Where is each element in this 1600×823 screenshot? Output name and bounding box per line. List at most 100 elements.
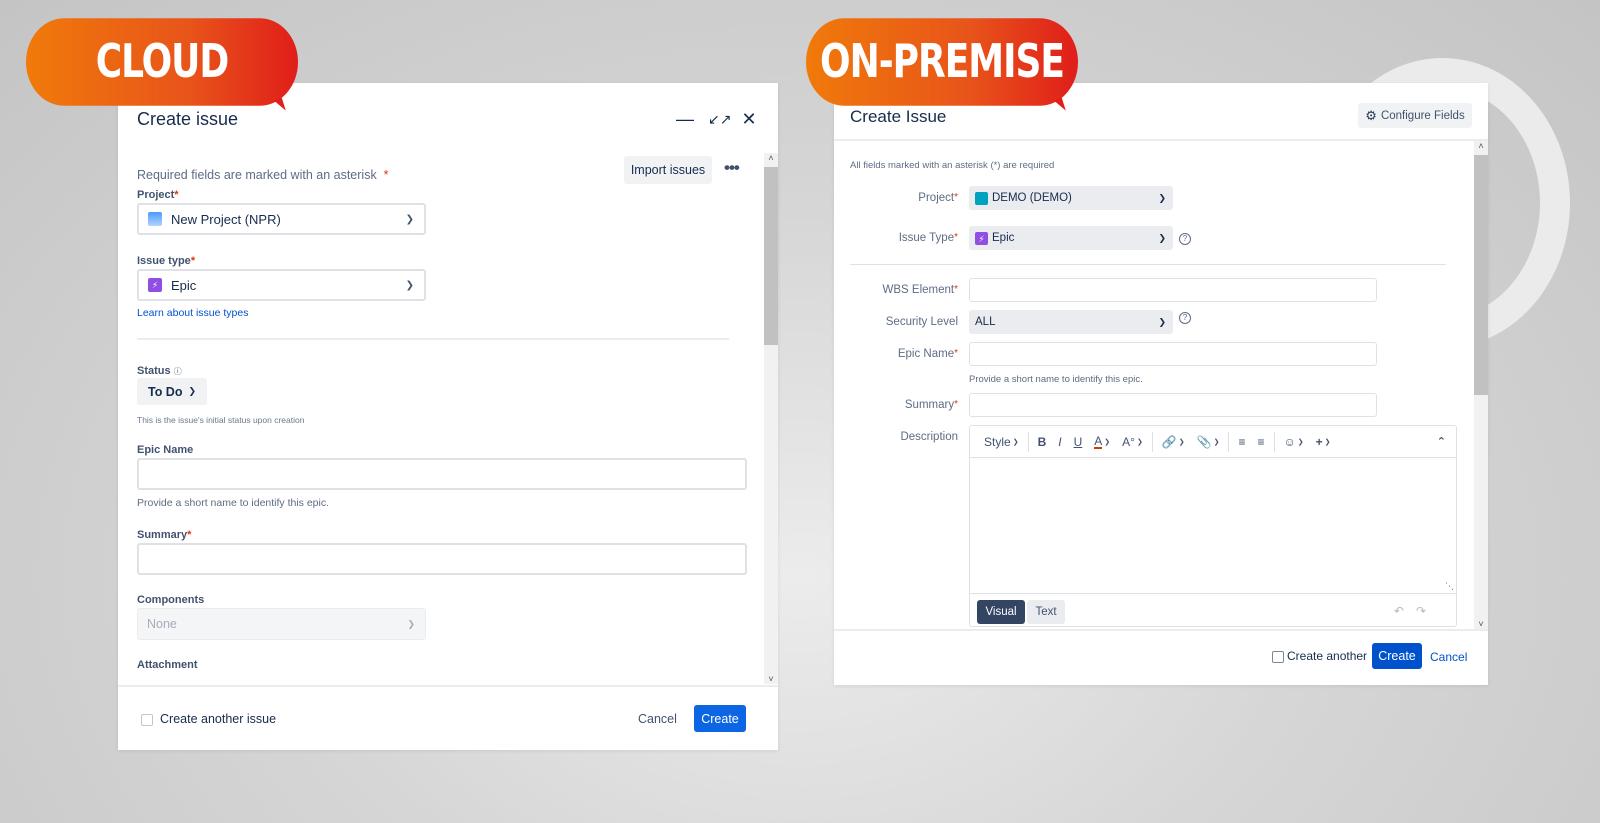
create-another-label[interactable]: Create another [1287, 649, 1367, 663]
link-icon[interactable]: 🔗 ❯ [1156, 435, 1191, 449]
create-another-checkbox[interactable] [1272, 651, 1284, 663]
components-select: None ❯ [137, 608, 426, 640]
create-another-checkbox[interactable] [141, 714, 153, 726]
create-another-label[interactable]: Create another issue [160, 712, 276, 726]
epic-name-input[interactable] [137, 458, 747, 490]
info-icon: ⓘ [173, 367, 182, 376]
dialog-title: Create Issue [850, 107, 947, 126]
description-label: Description [900, 431, 958, 443]
project-label: Project* [918, 192, 958, 204]
style-dropdown[interactable]: Style ❯ [978, 435, 1025, 449]
undo-redo-icons[interactable]: ↶↷ [1394, 604, 1438, 618]
gear-icon: ⚙ [1365, 107, 1377, 123]
summary-input[interactable] [969, 393, 1377, 417]
chevron-down-icon: ❯ [188, 386, 197, 396]
onprem-create-issue-dialog: Create Issue ⚙ Configure Fields All fiel… [834, 83, 1488, 685]
chevron-down-icon: ❯ [1158, 232, 1166, 243]
cloud-dialog-footer: Create another issue Cancel Create [118, 685, 778, 750]
issue-type-select[interactable]: ⚡ Epic ❯ [137, 269, 426, 301]
learn-issue-types-link[interactable]: Learn about issue types [137, 307, 249, 319]
dialog-title: Create issue [137, 109, 239, 129]
scroll-up-icon: ˄ [768, 153, 774, 163]
italic-button[interactable]: I [1052, 435, 1067, 449]
summary-input[interactable] [137, 543, 747, 575]
epic-name-input[interactable] [969, 342, 1377, 366]
cloud-scrollbar[interactable]: ˄ ˅ [764, 153, 778, 684]
collapse-toolbar-icon[interactable]: ⌃ [1437, 435, 1446, 448]
minimize-icon[interactable]: — [676, 109, 694, 130]
project-select[interactable]: DEMO (DEMO) ❯ [969, 186, 1173, 210]
close-icon[interactable]: ✕ [740, 109, 758, 130]
status-label: Status ⓘ [137, 365, 182, 377]
cloud-form-body: Required fields are marked with an aster… [118, 153, 778, 684]
summary-label: Summary* [137, 529, 192, 541]
underline-button[interactable]: U [1068, 435, 1089, 449]
security-level-label: Security Level [885, 316, 958, 328]
chevron-down-icon: ❯ [407, 618, 415, 629]
bold-button[interactable]: B [1032, 435, 1053, 449]
chevron-down-icon: ❯ [405, 213, 414, 225]
issue-type-select[interactable]: ⚡ Epic ❯ [969, 226, 1173, 250]
bullet-list-icon[interactable]: ≡ [1232, 435, 1251, 449]
status-dropdown[interactable]: To Do ❯ [137, 378, 207, 405]
onprem-form-body: All fields marked with an asterisk (*) a… [834, 143, 1472, 627]
scroll-down-icon: ˅ [768, 674, 774, 684]
summary-label: Summary* [904, 399, 958, 411]
chevron-down-icon: ❯ [405, 279, 414, 291]
status-help-text: This is the issue's initial status upon … [137, 415, 305, 425]
chevron-down-icon: ❯ [1158, 192, 1166, 203]
insert-plus-icon[interactable]: + ❯ [1310, 435, 1337, 449]
editor-toolbar: Style ❯ B I U A ❯ A° ❯ 🔗 ❯ 📎 ❯ ≡ ≡ ☺ ❯ + ❯ ⌃ [970, 426, 1456, 458]
resize-grip-icon: ⋱ [1445, 581, 1454, 591]
section-divider [850, 264, 1446, 265]
epic-icon: ⚡ [148, 278, 162, 292]
issue-type-label: Issue type* [137, 255, 196, 267]
help-icon[interactable]: ? [1179, 233, 1191, 245]
project-select[interactable]: New Project (NPR) ❯ [137, 203, 426, 235]
emoji-icon[interactable]: ☺ ❯ [1278, 435, 1310, 449]
epic-name-help: Provide a short name to identify this ep… [137, 497, 330, 509]
cloud-create-issue-dialog: Create issue — ↙↗ ✕ Required fields are … [118, 83, 778, 750]
onprem-scrollbar[interactable]: ˄ ˅ [1474, 141, 1488, 629]
attachment-icon[interactable]: 📎 ❯ [1191, 435, 1226, 449]
wbs-element-label: WBS Element* [882, 284, 958, 296]
tab-text[interactable]: Text [1027, 600, 1065, 624]
project-avatar-icon [148, 212, 162, 226]
more-options-button[interactable]: ••• [724, 158, 740, 178]
create-button[interactable]: Create [1372, 643, 1422, 669]
scroll-up-icon: ˄ [1478, 141, 1484, 151]
scroll-down-icon: ˅ [1478, 619, 1484, 629]
issue-type-label: Issue Type* [898, 232, 958, 244]
import-issues-button[interactable]: Import issues [624, 156, 712, 184]
scrollbar-thumb [1474, 155, 1488, 395]
section-divider [137, 338, 729, 340]
epic-name-label: Epic Name [137, 444, 194, 456]
required-note: All fields marked with an asterisk (*) a… [850, 160, 1055, 171]
configure-fields-button[interactable]: ⚙ Configure Fields [1358, 103, 1472, 128]
wbs-element-input[interactable] [969, 278, 1377, 302]
epic-name-help: Provide a short name to identify this ep… [969, 374, 1143, 385]
text-format-icon[interactable]: A° ❯ [1116, 435, 1149, 449]
epic-icon: ⚡ [975, 231, 988, 245]
onprem-dialog-footer: Create another Create Cancel [834, 629, 1488, 685]
text-color-button[interactable]: A ❯ [1088, 435, 1116, 449]
description-textarea[interactable]: ⋱ [970, 458, 1456, 594]
required-note: Required fields are marked with an aster… [137, 168, 389, 182]
project-label: Project* [137, 189, 179, 201]
onprem-badge: ON-PREMISE [806, 18, 1078, 106]
create-button[interactable]: Create [694, 705, 746, 732]
project-avatar-icon [975, 191, 988, 205]
help-icon[interactable]: ? [1179, 312, 1191, 324]
epic-name-label: Epic Name* [897, 348, 958, 360]
description-editor: Style ❯ B I U A ❯ A° ❯ 🔗 ❯ 📎 ❯ ≡ ≡ ☺ ❯ + ❯ ⌃ ⋱ [969, 425, 1457, 627]
numbered-list-icon[interactable]: ≡ [1252, 435, 1271, 449]
cancel-link[interactable]: Cancel [1430, 650, 1467, 664]
collapse-arrows-icon[interactable]: ↙↗ [708, 111, 731, 128]
cancel-button[interactable]: Cancel [638, 712, 677, 726]
cloud-badge: CLOUD [26, 18, 298, 106]
chevron-down-icon: ❯ [1158, 316, 1166, 327]
attachment-label: Attachment [137, 659, 198, 671]
tab-visual[interactable]: Visual [977, 600, 1025, 624]
security-level-select[interactable]: ALL ❯ [969, 310, 1173, 334]
components-label: Components [137, 594, 205, 606]
